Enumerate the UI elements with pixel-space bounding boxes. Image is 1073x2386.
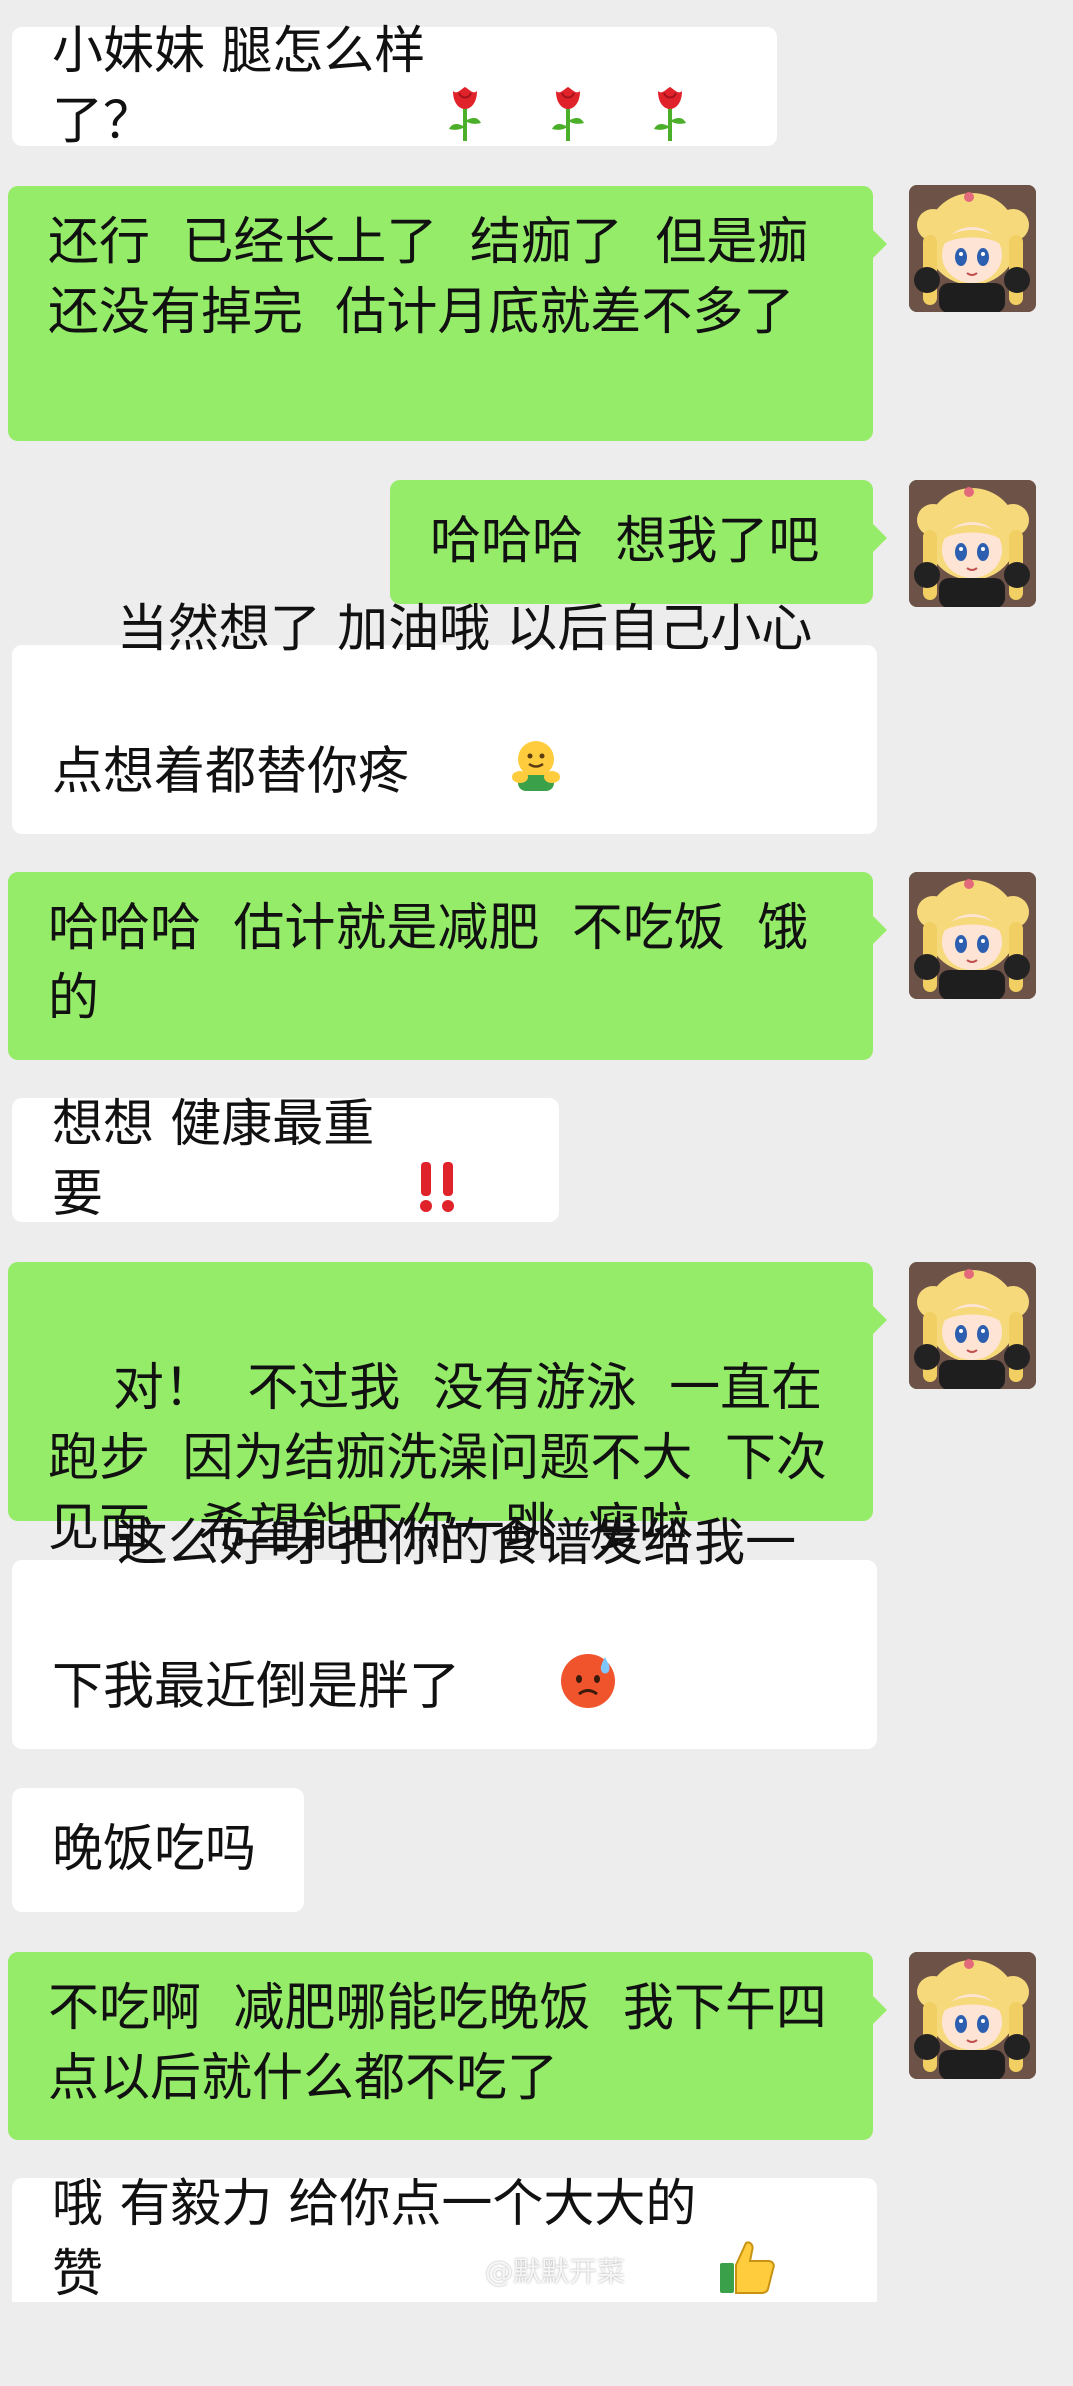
message-text: 想想 健康最重要 <box>52 1095 375 1224</box>
user-avatar[interactable] <box>909 480 1036 607</box>
weibo-logo-icon <box>445 2253 479 2288</box>
user-avatar[interactable] <box>909 185 1036 312</box>
message-bubble-incoming[interactable]: 当然想了 加油哦 以后自己小心点想着都替你疼 <box>12 600 877 834</box>
message-bubble-incoming[interactable]: 想想 健康最重要 <box>12 1095 559 1224</box>
user-avatar[interactable] <box>909 1952 1036 2079</box>
user-avatar[interactable] <box>909 872 1036 999</box>
double-exclamation-emoji-icon <box>413 1018 519 1303</box>
watermark-text: @默默开菜 <box>485 2255 626 2288</box>
avatar-icon <box>909 1952 1036 2079</box>
hug-face-emoji-icon <box>409 665 566 884</box>
message-text: 哈哈哈 估计就是减肥 不吃饭 饿的 <box>48 899 809 1028</box>
sweat-red-face-emoji-icon <box>460 1579 619 1800</box>
avatar-icon <box>909 1262 1036 1389</box>
user-avatar[interactable] <box>909 1262 1036 1389</box>
message-text: 小妹妹 腿怎么样了？ <box>52 21 426 151</box>
chat-screen: { "messages": [ {"side": "in", "text": "… <box>0 0 1073 2304</box>
message-bubble-outgoing[interactable]: 还行 已经长上了 结痂了 但是痂还没有掉完 估计月底就差不多了 <box>8 186 887 441</box>
message-bubble-incoming[interactable]: 晚饭吃吗 <box>12 1788 304 1912</box>
avatar-icon <box>909 185 1036 312</box>
avatar-icon <box>909 872 1036 999</box>
message-text: 晚饭吃吗 <box>52 1820 257 1879</box>
message-bubble-incoming[interactable]: 小妹妹 腿怎么样了？ <box>12 22 777 151</box>
thumbs-up-emoji-icon <box>716 2095 837 2386</box>
message-text: 不吃啊 减肥哪能吃晚饭 我下午四点以后就什么都不吃了 <box>48 1979 827 2108</box>
watermark: @默默开菜 <box>445 2250 625 2290</box>
avatar-icon <box>909 480 1036 607</box>
message-text: 这么好呀 把你的食谱发给我一下我最近倒是胖了 <box>52 1514 797 1717</box>
message-text: 还行 已经长上了 结痂了 但是痂还没有掉完 估计月底就差不多了 <box>48 213 809 342</box>
message-bubble-incoming[interactable]: 这么好呀 把你的食谱发给我一下我最近倒是胖了 <box>12 1514 877 1749</box>
